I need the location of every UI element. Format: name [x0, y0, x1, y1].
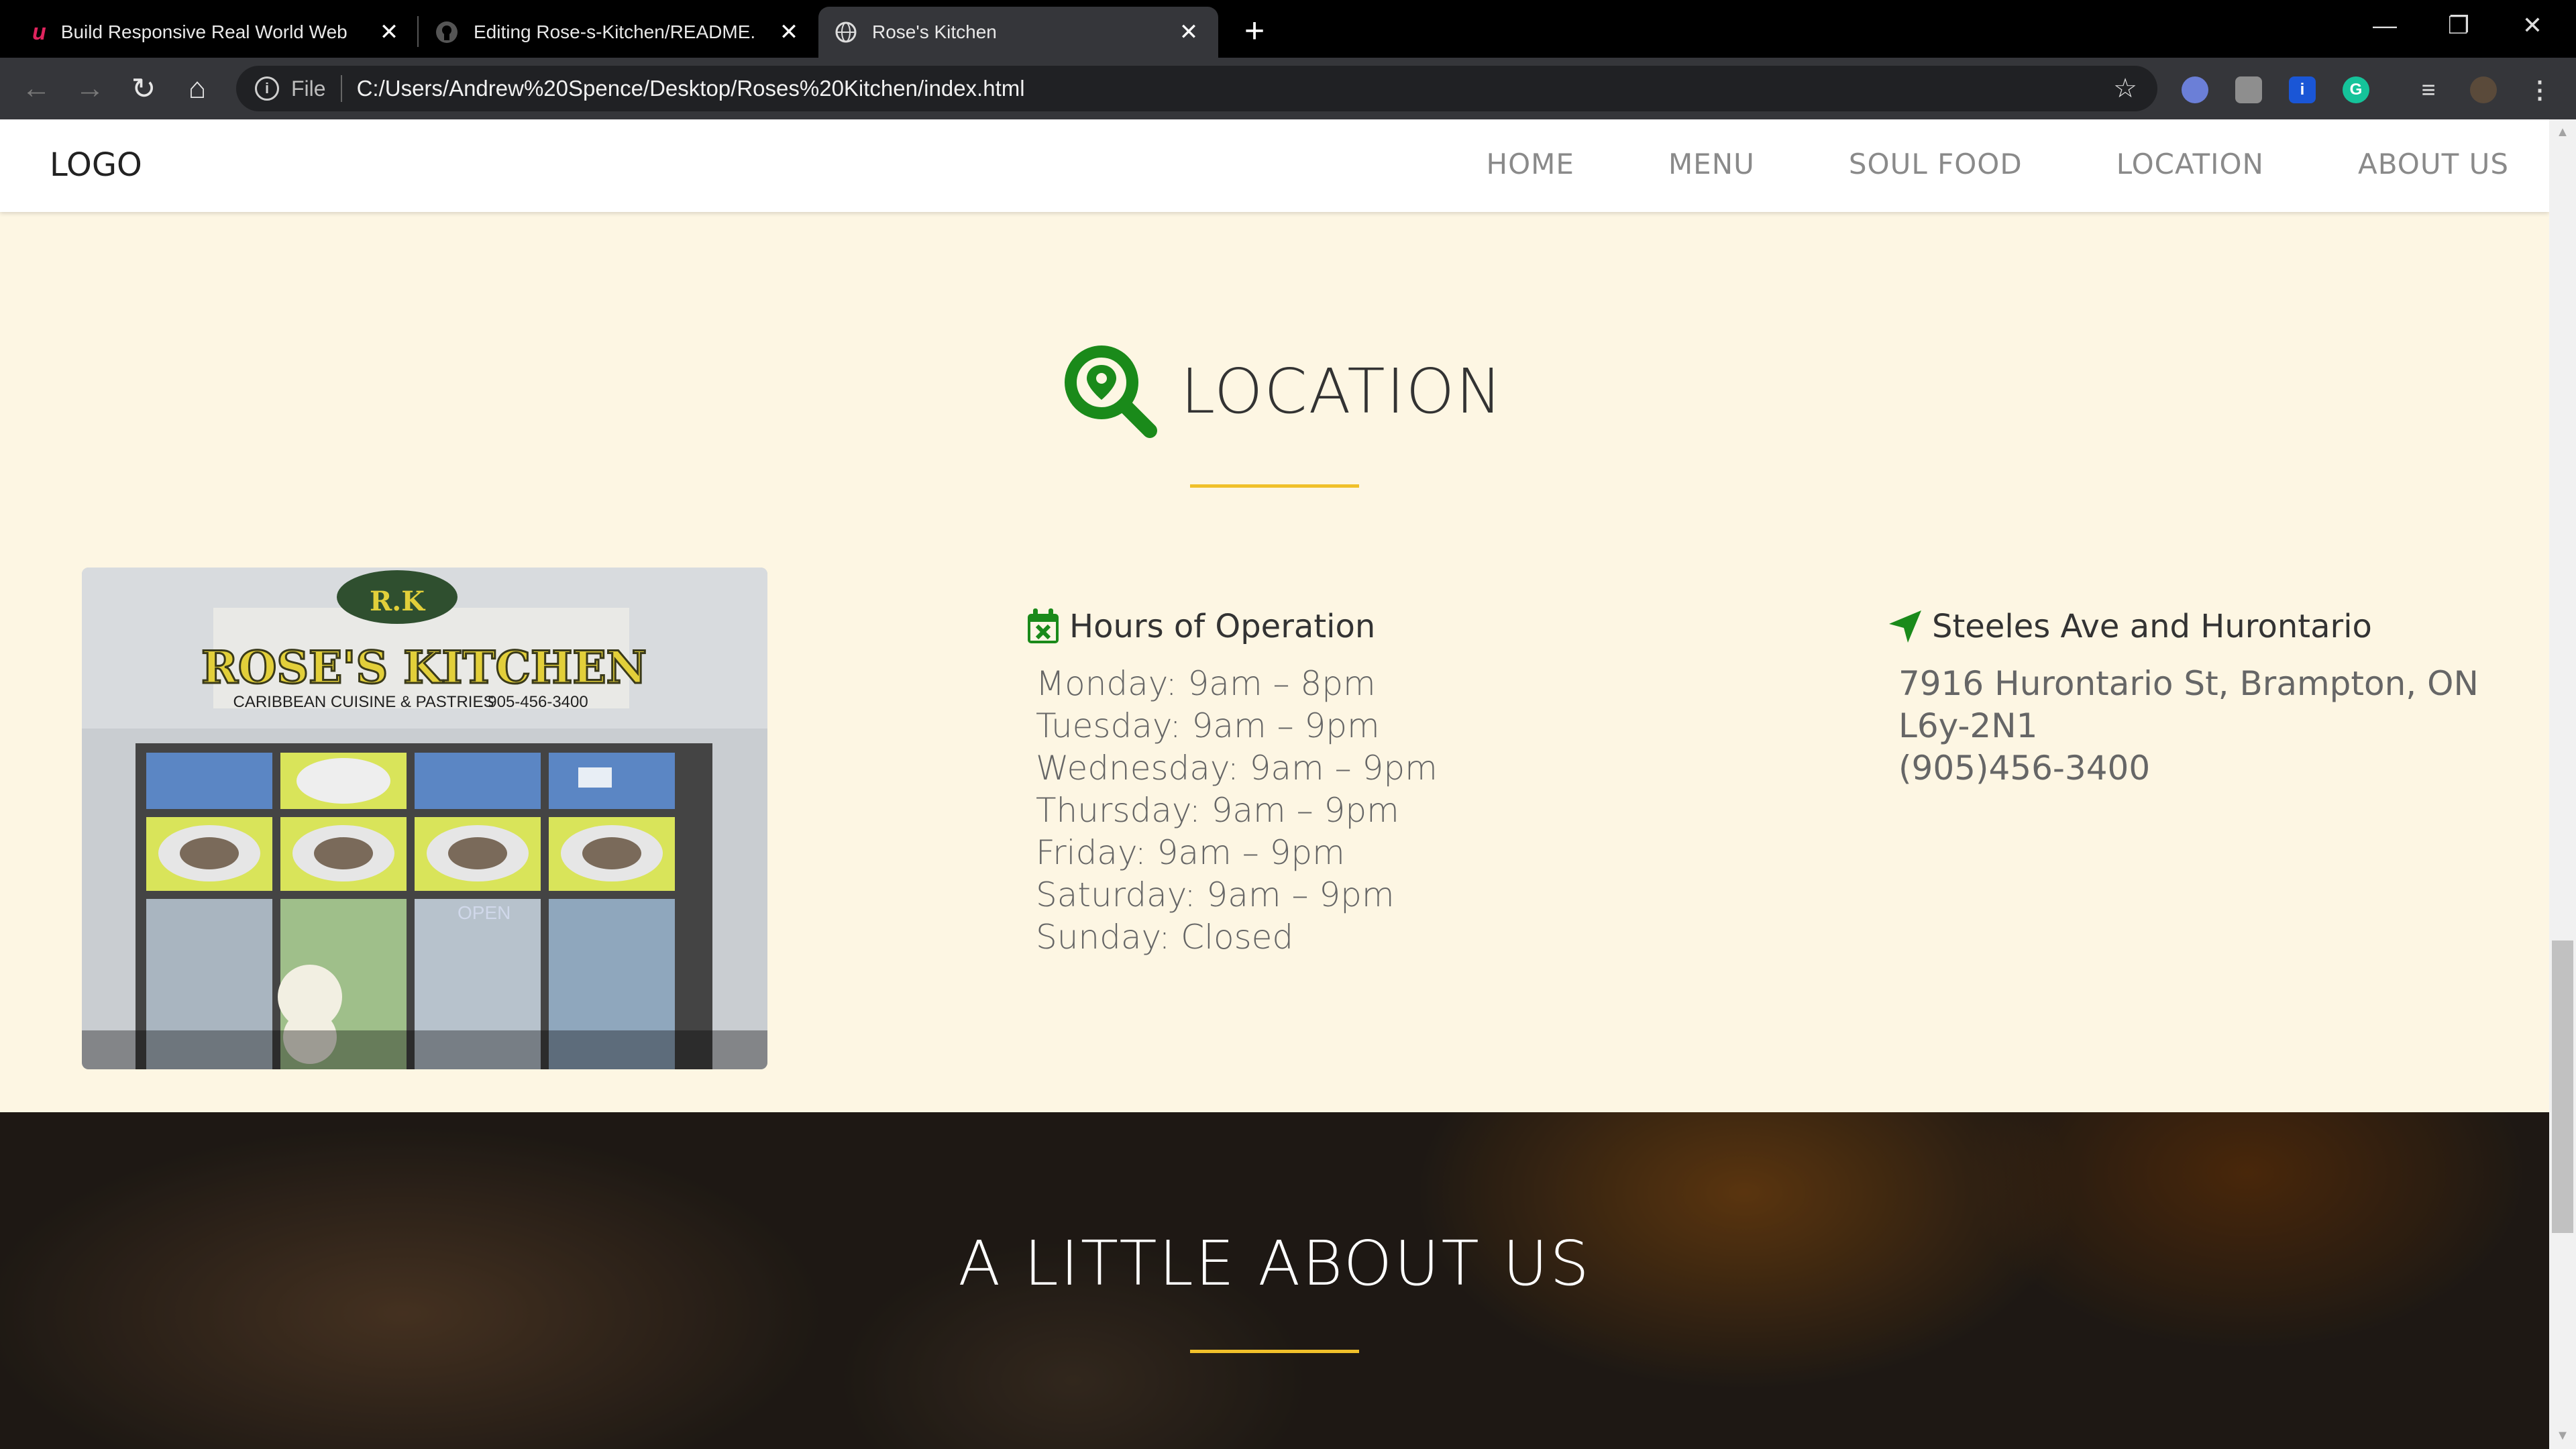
close-icon[interactable]: ✕ [1175, 19, 1202, 46]
url-scheme: File [291, 76, 326, 101]
new-tab-button[interactable]: + [1236, 11, 1273, 50]
avatar[interactable] [2470, 76, 2497, 103]
minimize-button[interactable]: — [2348, 0, 2422, 51]
address-title: Steeles Ave and Hurontario [1888, 608, 2372, 645]
reload-button[interactable]: ↻ [123, 68, 164, 109]
bookmark-star-icon[interactable]: ☆ [2113, 73, 2137, 104]
hours-title-text: Hours of Operation [1069, 608, 1376, 645]
address-block: 7916 Hurontario St, Brampton, ON L6y-2N1… [1898, 663, 2516, 790]
search-location-icon [1065, 345, 1157, 438]
site-menu: HOME MENU SOUL FOOD LOCATION ABOUT US [1393, 148, 2509, 180]
hours-friday: Friday: 9am – 9pm [1036, 833, 1345, 872]
hours-monday: Monday: 9am – 8pm [1036, 664, 1376, 703]
tab-strip: u Build Responsive Real World Web ✕ Edit… [0, 0, 2576, 58]
sign-name-text: ROSE'S KITCHEN [201, 641, 647, 694]
more-menu-icon[interactable]: ⋮ [2526, 76, 2553, 103]
site-navbar: LOGO HOME MENU SOUL FOOD LOCATION ABOUT … [0, 119, 2549, 212]
door-open-text: OPEN [458, 902, 511, 923]
tab-roses-kitchen[interactable]: Rose's Kitchen ✕ [818, 7, 1218, 58]
hours-list: Monday: 9am – 8pm Tuesday: 9am – 9pm Wed… [1036, 663, 1438, 959]
info-extension-icon[interactable]: i [2289, 76, 2316, 103]
github-icon [436, 21, 458, 43]
location-heading: LOCATION [1060, 341, 1503, 441]
sign-phone-text: 905-456-3400 [488, 693, 588, 711]
nav-soul-food[interactable]: SOUL FOOD [1849, 148, 2023, 180]
url-text[interactable]: C:/Users/Andrew%20Spence/Desktop/Roses%2… [357, 76, 2114, 101]
sign-tagline-text: CARIBBEAN CUISINE & PASTRIES [233, 693, 494, 711]
media-control-icon[interactable]: ≡ [2415, 76, 2442, 103]
about-section: A LITTLE ABOUT US [0, 1112, 2549, 1449]
close-icon[interactable]: ✕ [376, 19, 402, 46]
nav-about-us[interactable]: ABOUT US [2358, 148, 2509, 180]
tab-title: Editing Rose-s-Kitchen/README. [474, 21, 756, 42]
nav-home[interactable]: HOME [1487, 148, 1574, 180]
extension-icon[interactable] [2235, 76, 2262, 103]
close-window-button[interactable]: ✕ [2496, 0, 2569, 51]
scroll-down-icon[interactable]: ▼ [2556, 1428, 2569, 1444]
scrollbar-thumb[interactable] [2552, 941, 2573, 1233]
divider [340, 75, 342, 102]
location-arrow-icon [1888, 609, 1923, 644]
logo-monogram: R.K [370, 586, 425, 617]
tab-title: Build Responsive Real World Web [60, 21, 347, 42]
nav-menu[interactable]: MENU [1668, 148, 1755, 180]
calendar-icon [1026, 608, 1060, 645]
tab-title: Rose's Kitchen [872, 21, 997, 42]
browser-toolbar: ← → ↻ ⌂ i File C:/Users/Andrew%20Spence/… [0, 58, 2576, 119]
hours-thursday: Thursday: 9am – 9pm [1036, 791, 1399, 830]
hours-title: Hours of Operation [1026, 608, 1375, 645]
page-viewport: LOGO HOME MENU SOUL FOOD LOCATION ABOUT … [0, 119, 2549, 1449]
tab-github[interactable]: Editing Rose-s-Kitchen/README. ✕ [419, 7, 818, 58]
hours-sunday: Sunday: Closed [1036, 918, 1294, 957]
store-front-photo[interactable]: ROSE'S KITCHEN CARIBBEAN CUISINE & PASTR… [82, 568, 767, 1069]
scroll-up-icon[interactable]: ▲ [2556, 125, 2569, 140]
street-address: 7916 Hurontario St, Brampton, ON L6y-2N1 [1898, 664, 2479, 745]
back-button[interactable]: ← [16, 68, 56, 109]
tab-udemy[interactable]: u Build Responsive Real World Web ✕ [16, 7, 419, 58]
globe-icon [835, 21, 857, 43]
extension-icon[interactable] [2182, 76, 2208, 103]
gold-divider [1190, 1350, 1359, 1353]
udemy-icon: u [32, 19, 46, 45]
gold-divider [1190, 484, 1359, 488]
hours-wednesday: Wednesday: 9am – 9pm [1036, 749, 1438, 788]
hours-tuesday: Tuesday: 9am – 9pm [1036, 706, 1380, 745]
grammarly-icon[interactable]: G [2343, 76, 2369, 103]
section-title: LOCATION [1181, 355, 1503, 427]
forward-button[interactable]: → [70, 68, 110, 109]
page-scrollbar[interactable]: ▲ ▼ [2549, 119, 2576, 1449]
about-title: A LITTLE ABOUT US [958, 1228, 1591, 1299]
home-button[interactable]: ⌂ [177, 68, 217, 109]
nav-location[interactable]: LOCATION [2116, 148, 2264, 180]
address-bar[interactable]: i File C:/Users/Andrew%20Spence/Desktop/… [236, 66, 2157, 111]
restore-button[interactable]: ❐ [2422, 0, 2496, 51]
address-title-text: Steeles Ave and Hurontario [1932, 608, 2372, 645]
site-logo[interactable]: LOGO [50, 146, 142, 184]
hours-saturday: Saturday: 9am – 9pm [1036, 875, 1395, 914]
phone-number[interactable]: (905)456-3400 [1898, 747, 2516, 790]
info-icon[interactable]: i [255, 76, 279, 101]
close-icon[interactable]: ✕ [775, 19, 802, 46]
